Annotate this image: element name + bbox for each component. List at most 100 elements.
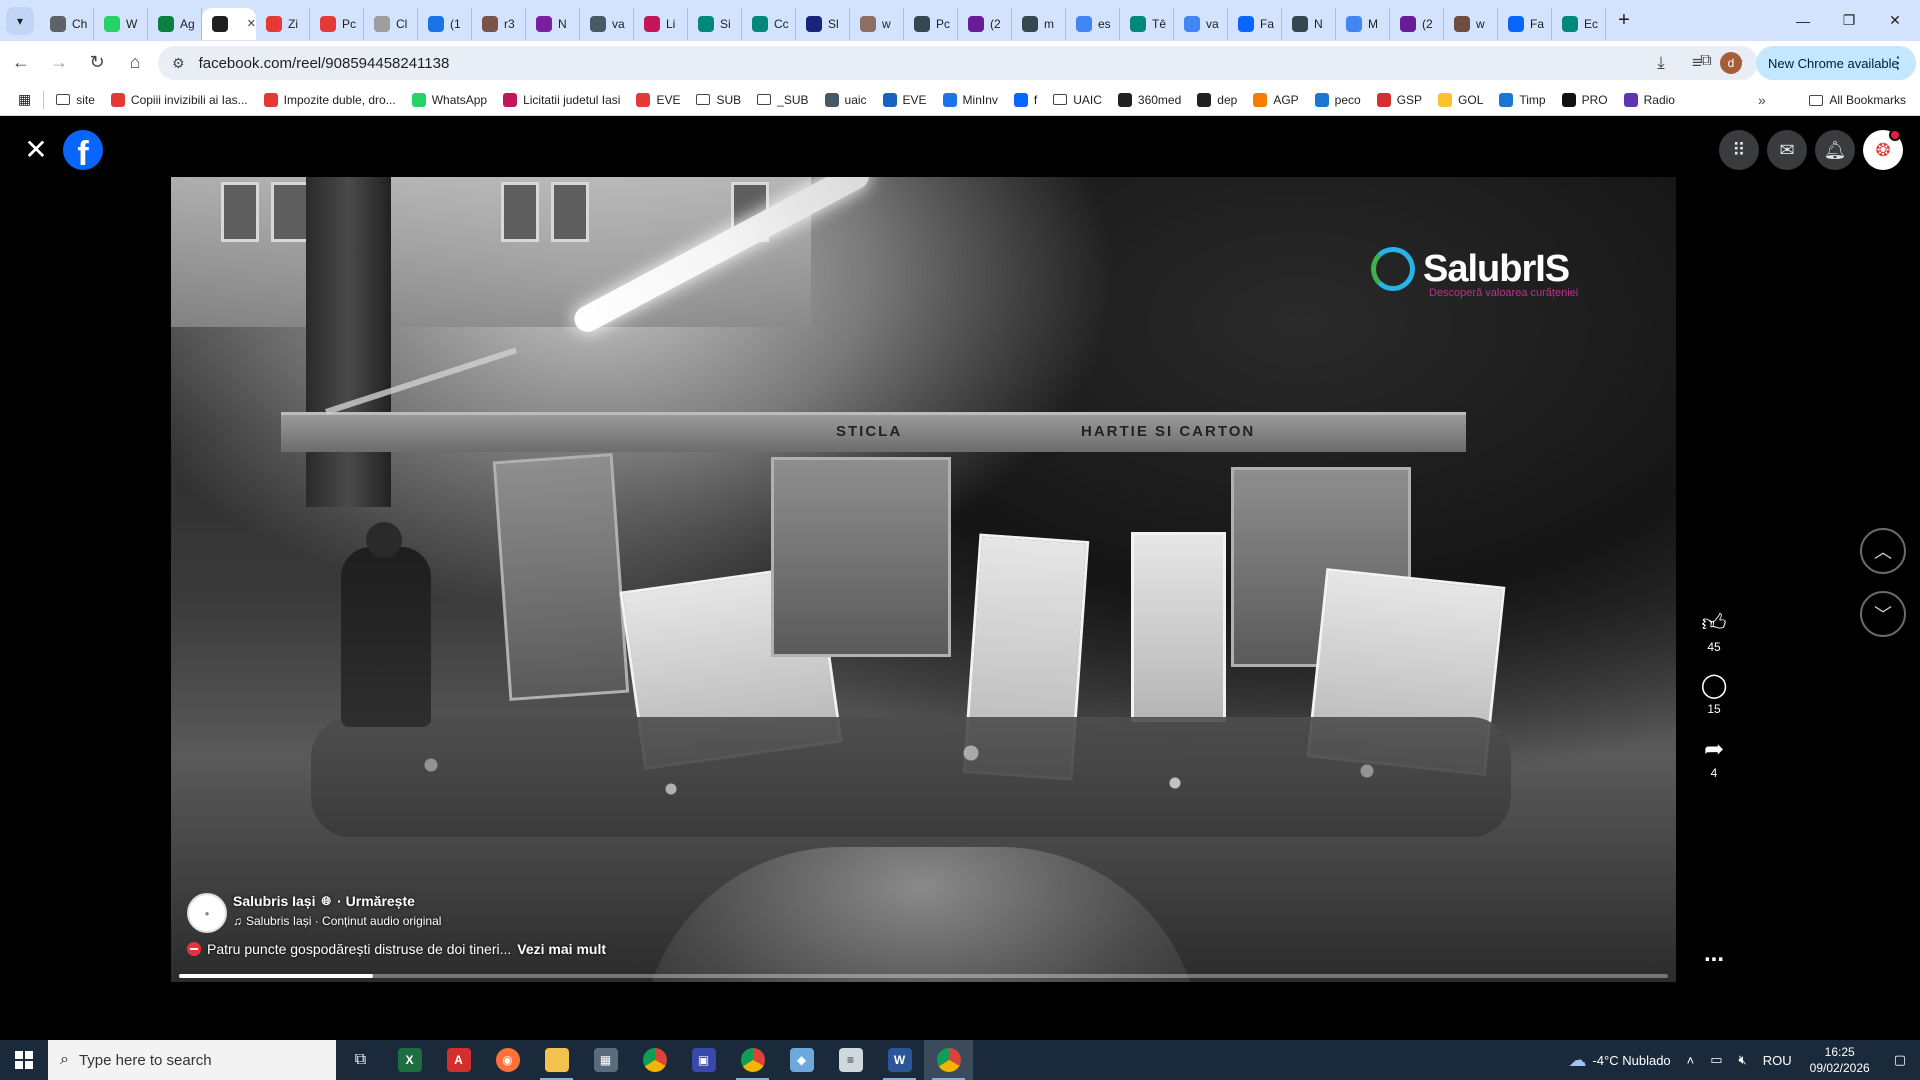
bookmark-item[interactable]: f — [1006, 87, 1045, 113]
browser-tab[interactable]: Zi — [256, 7, 310, 40]
bookmark-item[interactable]: UAIC — [1045, 87, 1110, 113]
browser-tab[interactable]: es — [1066, 7, 1120, 40]
browser-tab[interactable]: Ec — [1552, 7, 1606, 40]
browser-tab[interactable]: (1 — [418, 7, 472, 40]
bookmark-item[interactable]: AGP — [1245, 87, 1306, 113]
taskbar-acrobat[interactable]: A — [434, 1040, 483, 1080]
taskbar-chrome[interactable] — [630, 1040, 679, 1080]
browser-tab[interactable]: r3 — [472, 7, 526, 40]
bookmark-item[interactable]: uaic — [817, 87, 875, 113]
browser-tab[interactable]: N — [526, 7, 580, 40]
taskbar-app-blue[interactable]: ◆ — [777, 1040, 826, 1080]
browser-tab[interactable]: m — [1012, 7, 1066, 40]
bookmark-item[interactable]: dep — [1189, 87, 1245, 113]
taskbar-save-app[interactable]: ▣ — [679, 1040, 728, 1080]
page-name-link[interactable]: Salubris Iași — [233, 893, 315, 909]
site-info-icon[interactable]: ⚙ — [172, 55, 185, 72]
taskbar-file-explorer[interactable] — [532, 1040, 581, 1080]
browser-tab[interactable]: N — [1282, 7, 1336, 40]
download-button[interactable]: ⤓ — [1646, 41, 1676, 84]
network-button[interactable]: ▭ — [1702, 1040, 1730, 1080]
bookmark-item[interactable]: EVE — [875, 87, 935, 113]
browser-tab[interactable]: Si — [688, 7, 742, 40]
browser-tab[interactable]: M — [1336, 7, 1390, 40]
like-action[interactable]: 👍︎ 45 — [1686, 610, 1742, 654]
minimize-button[interactable]: — — [1780, 0, 1826, 41]
notifications-center-button[interactable]: ▢ — [1880, 1040, 1920, 1080]
share-action[interactable]: ➦ 4 — [1686, 736, 1742, 780]
bookmark-item[interactable]: WhatsApp — [404, 87, 495, 113]
video-progress-bar[interactable] — [179, 974, 1668, 978]
apps-button[interactable]: ▦ — [10, 87, 39, 113]
audio-info[interactable]: ♫ Salubris Iași · Conținut audio origina… — [233, 914, 441, 928]
browser-tab[interactable]: Pc — [904, 7, 958, 40]
browser-tab[interactable]: Sl — [796, 7, 850, 40]
taskbar-firefox[interactable]: ◉ — [483, 1040, 532, 1080]
browser-tab[interactable]: (2 — [958, 7, 1012, 40]
volume-button[interactable]: 🔇︎ — [1731, 1040, 1755, 1080]
close-reel-button[interactable]: ✕ — [22, 136, 50, 164]
browser-tab[interactable]: Cc — [742, 7, 796, 40]
more-options-button[interactable]: ... — [1686, 940, 1742, 968]
bookmark-item[interactable]: Copiii invizibili ai Ias... — [103, 87, 256, 113]
browser-tab[interactable]: Ch — [40, 7, 94, 40]
messenger-button[interactable]: ✉ — [1767, 130, 1807, 170]
close-window-button[interactable]: ✕ — [1872, 0, 1918, 41]
menu-button[interactable]: ⠿ — [1719, 130, 1759, 170]
next-reel-button[interactable]: ﹀ — [1860, 591, 1906, 637]
browser-tab[interactable]: Pc — [310, 7, 364, 40]
page-avatar[interactable]: ● — [187, 893, 227, 933]
all-bookmarks-button[interactable]: All Bookmarks — [1809, 87, 1906, 113]
reel-video[interactable]: STICLA HARTIE SI CARTON SalubrIS Descope… — [171, 177, 1676, 982]
browser-tab[interactable]: w — [1444, 7, 1498, 40]
task-view-button[interactable]: ⧉ — [336, 1040, 385, 1080]
browser-tab[interactable]: Fa — [1228, 7, 1282, 40]
taskbar-calculator[interactable]: ▦ — [581, 1040, 630, 1080]
previous-reel-button[interactable]: ︿ — [1860, 528, 1906, 574]
tab-search-button[interactable]: ▾ — [6, 6, 34, 35]
forward-button[interactable]: → — [42, 46, 76, 80]
tray-overflow-button[interactable]: ˄ — [1679, 1040, 1703, 1080]
taskbar-chrome-active[interactable] — [924, 1040, 973, 1080]
media-controls-button[interactable]: ≡ — [1682, 41, 1712, 84]
weather-widget[interactable]: ☁ -4°C Nublado — [1560, 1040, 1678, 1080]
browser-tab[interactable]: ✕ — [202, 7, 256, 40]
bookmark-item[interactable]: PRO — [1554, 87, 1616, 113]
profile-avatar[interactable]: d — [1720, 52, 1742, 74]
browser-tab[interactable]: W — [94, 7, 148, 40]
new-tab-button[interactable]: + — [1610, 7, 1638, 35]
taskbar-document[interactable]: ≡ — [826, 1040, 875, 1080]
comment-action[interactable]: ◯ 15 — [1686, 672, 1742, 716]
bookmark-item[interactable]: EVE — [628, 87, 688, 113]
taskbar-chrome-2[interactable] — [728, 1040, 777, 1080]
bookmark-item[interactable]: peco — [1307, 87, 1369, 113]
back-button[interactable]: ← — [4, 46, 38, 80]
notifications-button[interactable]: 🔔︎ — [1815, 130, 1855, 170]
bookmark-item[interactable]: Timp — [1491, 87, 1553, 113]
taskbar-search[interactable]: ⌕ Type here to search — [48, 1040, 336, 1080]
browser-tab[interactable]: va — [580, 7, 634, 40]
bookmark-item[interactable]: GOL — [1430, 87, 1491, 113]
bookmark-item[interactable]: MinInv — [935, 87, 1006, 113]
browser-tab[interactable]: Ag — [148, 7, 202, 40]
bookmarks-overflow-button[interactable]: » — [1758, 87, 1766, 113]
bookmark-item[interactable]: _SUB — [749, 87, 816, 113]
see-more-link[interactable]: Vezi mai mult — [517, 941, 606, 957]
browser-tab[interactable]: Fa — [1498, 7, 1552, 40]
bookmark-item[interactable]: Impozite duble, dro... — [256, 87, 404, 113]
bookmark-item[interactable]: Radio — [1616, 87, 1683, 113]
taskbar-word[interactable]: W — [875, 1040, 924, 1080]
taskbar-excel[interactable]: X — [385, 1040, 434, 1080]
bookmark-item[interactable]: SUB — [688, 87, 749, 113]
language-indicator[interactable]: ROU — [1755, 1040, 1800, 1080]
bookmark-item[interactable]: 360med — [1110, 87, 1189, 113]
close-tab-icon[interactable]: ✕ — [247, 17, 256, 30]
follow-button[interactable]: · Urmărește — [337, 893, 415, 909]
browser-tab[interactable]: Tê — [1120, 7, 1174, 40]
browser-tab[interactable]: Cl — [364, 7, 418, 40]
bookmark-item[interactable]: GSP — [1369, 87, 1430, 113]
browser-tab[interactable]: w — [850, 7, 904, 40]
facebook-logo[interactable]: f — [63, 130, 103, 170]
reload-button[interactable]: ↻ — [80, 46, 114, 80]
address-bar[interactable]: ⚙ facebook.com/reel/908594458241138 ⧉ ☆ — [158, 46, 1758, 80]
